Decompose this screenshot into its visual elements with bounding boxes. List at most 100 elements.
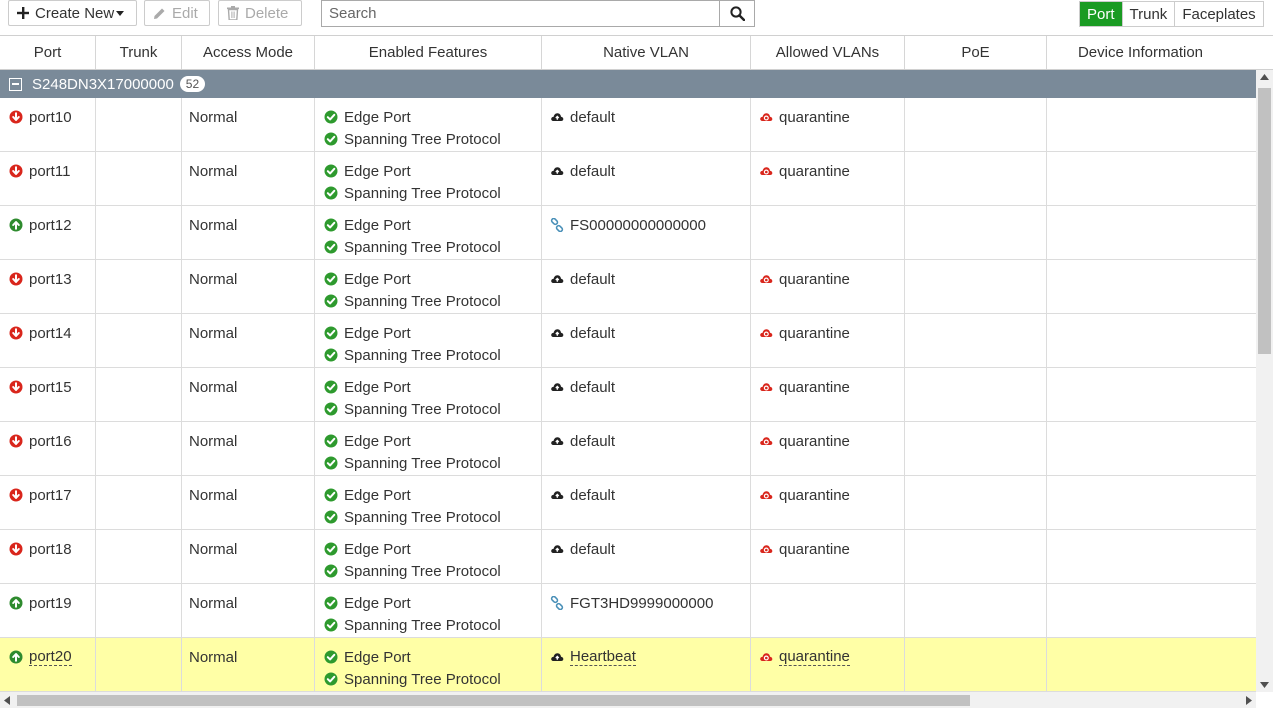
cell-poe [905,530,1047,584]
column-header-port[interactable]: Port [0,36,96,69]
column-header-allowed-vlans[interactable]: Allowed VLANs [751,36,905,69]
search-input[interactable] [322,1,719,26]
cell-allowed-vlans [751,206,905,260]
cloud-icon [551,653,564,661]
port-down-icon [9,272,23,286]
access-mode-value: Normal [189,162,238,180]
native-vlan-value: Heartbeat [570,648,636,666]
cell-device-info [1047,422,1256,476]
cell-native-vlan: default [542,260,751,314]
cell-poe [905,314,1047,368]
horizontal-scrollbar-thumb[interactable] [17,695,970,706]
port-down-icon [9,488,23,502]
table-row[interactable]: port20 Normal Edge Port Spanning Tree Proto… [0,638,1256,692]
feature-label: Edge Port [344,162,411,180]
table-row[interactable]: port14 Normal Edge Port Spanning Tree Proto… [0,314,1256,368]
cell-features: Edge Port Spanning Tree Protocol [315,152,542,206]
access-mode-value: Normal [189,486,238,504]
table-row[interactable]: port12 Normal Edge Port Spanning Tree Proto… [0,206,1256,260]
port-down-icon [9,110,23,124]
cell-access-mode: Normal [182,98,315,152]
cloud-icon [551,113,564,121]
access-mode-value: Normal [189,216,238,234]
edit-label: Edit [172,4,198,22]
cell-poe [905,260,1047,314]
native-vlan-value: default [570,270,616,288]
cell-features: Edge Port Spanning Tree Protocol [315,476,542,530]
cell-allowed-vlans: quarantine [751,152,905,206]
cell-port: port15 [0,368,96,422]
column-header-device-information[interactable]: Device Information [1047,36,1234,69]
view-trunk-button[interactable]: Trunk [1121,2,1175,26]
switch-group-header[interactable]: S248DN3X17000000 52 [0,70,1256,98]
table-row[interactable]: port15 Normal Edge Port Spanning Tree Proto… [0,368,1256,422]
cell-access-mode: Normal [182,422,315,476]
search-button[interactable] [719,1,754,26]
pencil-icon [154,8,165,19]
port-count-badge: 52 [179,76,206,92]
edit-button[interactable]: Edit [144,0,210,26]
scroll-up-arrow-icon[interactable] [1260,74,1269,80]
feature-label: Spanning Tree Protocol [344,562,501,580]
cloud-icon [551,167,564,175]
table-row[interactable]: port13 Normal Edge Port Spanning Tree Proto… [0,260,1256,314]
port-name: port20 [29,648,72,666]
delete-button[interactable]: Delete [218,0,302,26]
port-name: port12 [29,216,72,234]
cell-access-mode: Normal [182,152,315,206]
cell-features: Edge Port Spanning Tree Protocol [315,314,542,368]
cell-access-mode: Normal [182,260,315,314]
table-row[interactable]: port11 Normal Edge Port Spanning Tree Proto… [0,152,1256,206]
port-up-icon [9,218,23,232]
column-header-trunk[interactable]: Trunk [96,36,182,69]
cloud-quarantine-icon [760,653,773,661]
column-header-access-mode[interactable]: Access Mode [182,36,315,69]
check-circle-icon [324,488,338,502]
access-mode-value: Normal [189,648,238,666]
plus-icon [17,7,29,19]
native-vlan-value: default [570,324,616,342]
create-new-button[interactable]: Create New [8,0,137,26]
scroll-right-arrow-icon[interactable] [1246,696,1252,705]
cell-device-info [1047,152,1256,206]
feature-label: Spanning Tree Protocol [344,292,501,310]
cell-poe [905,368,1047,422]
column-header-poe[interactable]: PoE [905,36,1047,69]
check-circle-icon [324,110,338,124]
feature-label: Spanning Tree Protocol [344,130,501,148]
table-row[interactable]: port18 Normal Edge Port Spanning Tree Proto… [0,530,1256,584]
column-header-native-vlan[interactable]: Native VLAN [542,36,751,69]
feature-label: Spanning Tree Protocol [344,184,501,202]
cell-port: port17 [0,476,96,530]
allowed-vlan-value: quarantine [779,108,850,126]
check-circle-icon [324,348,338,362]
check-circle-icon [324,510,338,524]
scroll-left-arrow-icon[interactable] [4,696,10,705]
table-row[interactable]: port10 Normal Edge Port Spanning Tree Proto… [0,98,1256,152]
table-header: Port Trunk Access Mode Enabled Features … [0,35,1273,70]
allowed-vlan-value: quarantine [779,324,850,342]
access-mode-value: Normal [189,378,238,396]
check-circle-icon [324,380,338,394]
native-vlan-value: default [570,540,616,558]
cell-poe [905,152,1047,206]
view-port-button[interactable]: Port [1080,2,1122,26]
feature-label: Edge Port [344,270,411,288]
trash-icon [227,6,239,20]
cell-native-vlan: default [542,368,751,422]
check-circle-icon [324,240,338,254]
collapse-toggle-icon[interactable] [9,77,22,91]
vertical-scrollbar-thumb[interactable] [1258,88,1271,354]
table-row[interactable]: port16 Normal Edge Port Spanning Tree Proto… [0,422,1256,476]
cell-trunk [96,98,182,152]
cell-native-vlan: default [542,530,751,584]
native-vlan-value: default [570,378,616,396]
scroll-down-arrow-icon[interactable] [1260,682,1269,688]
cell-poe [905,476,1047,530]
table-row[interactable]: port17 Normal Edge Port Spanning Tree Proto… [0,476,1256,530]
column-header-enabled-features[interactable]: Enabled Features [315,36,542,69]
cell-features: Edge Port Spanning Tree Protocol [315,422,542,476]
cell-access-mode: Normal [182,584,315,638]
view-faceplates-button[interactable]: Faceplates [1174,2,1262,26]
table-row[interactable]: port19 Normal Edge Port Spanning Tree Proto… [0,584,1256,638]
